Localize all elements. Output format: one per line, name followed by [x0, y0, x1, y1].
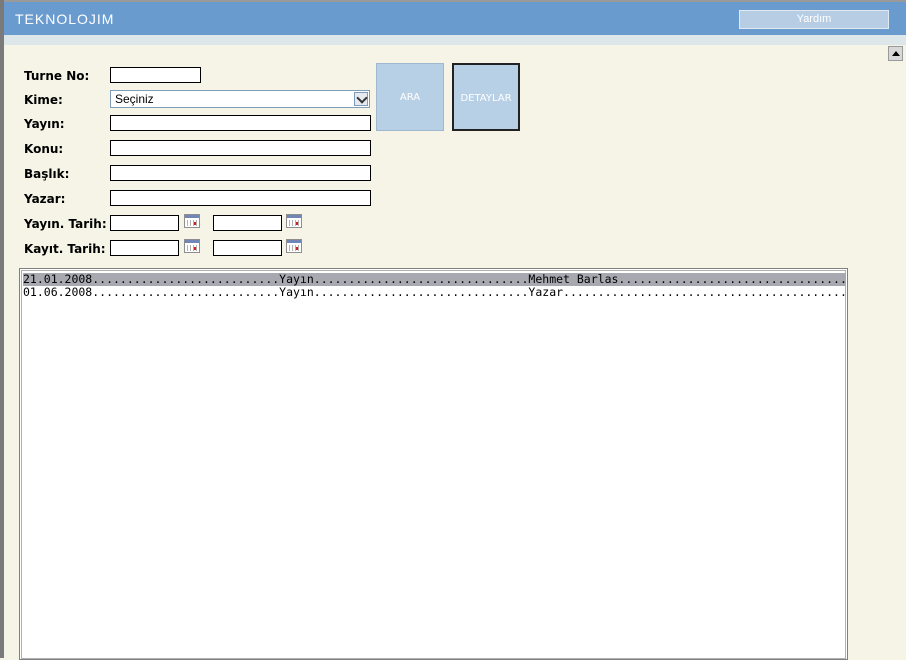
scroll-up-arrow-icon[interactable] [888, 46, 903, 61]
kime-select[interactable]: Seçiniz [110, 90, 370, 108]
turne-no-label: Turne No: [24, 69, 90, 83]
chevron-down-icon[interactable] [354, 92, 368, 106]
baslik-label: Başlık: [24, 167, 70, 181]
turne-no-input[interactable] [110, 67, 201, 83]
calendar-icon[interactable] [286, 239, 302, 253]
logo: TEKNOLOJIM [15, 11, 115, 27]
kayit-tarih-start-input[interactable] [110, 240, 179, 256]
window-left-border [0, 0, 4, 658]
kayit-tarih-end-input[interactable] [213, 240, 282, 256]
calendar-icon[interactable] [184, 214, 200, 228]
yayin-tarih-label: Yayın. Tarih: [24, 217, 107, 231]
kayit-tarih-label: Kayıt. Tarih: [24, 242, 106, 256]
yazar-label: Yazar: [24, 192, 66, 206]
kime-label: Kime: [24, 93, 63, 107]
yayin-label: Yayın: [24, 117, 65, 131]
help-button[interactable]: Yardım [739, 10, 889, 29]
subheader-strip [4, 35, 906, 45]
calendar-icon[interactable] [286, 214, 302, 228]
list-item[interactable]: 01.06.2008...........................Yay… [23, 286, 846, 299]
list-item[interactable]: 21.01.2008...........................Yay… [23, 273, 846, 286]
header-bar: TEKNOLOJIM Yardım [4, 2, 906, 35]
yayin-tarih-end-input[interactable] [213, 215, 282, 231]
detaylar-button[interactable]: DETAYLAR [452, 63, 520, 131]
konu-label: Konu: [24, 142, 64, 156]
kime-select-value: Seçiniz [115, 92, 154, 106]
calendar-icon[interactable] [184, 239, 200, 253]
yazar-input[interactable] [110, 190, 371, 206]
yayin-input[interactable] [110, 115, 371, 131]
ara-button[interactable]: ARA [376, 63, 444, 131]
results-listbox[interactable]: 21.01.2008...........................Yay… [19, 268, 848, 660]
results-list-inner [21, 270, 846, 659]
yayin-tarih-start-input[interactable] [110, 215, 179, 231]
konu-input[interactable] [110, 140, 371, 156]
baslik-input[interactable] [110, 165, 371, 181]
